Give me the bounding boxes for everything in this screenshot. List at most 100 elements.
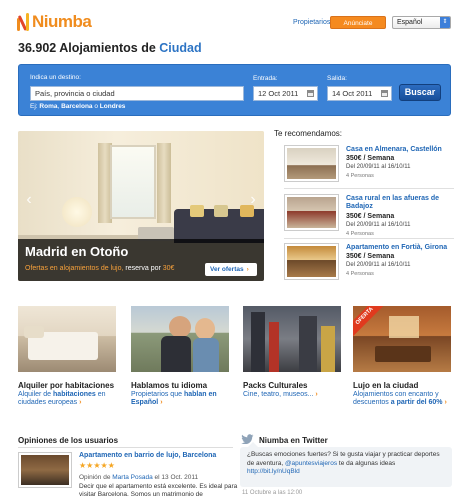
category-desc-bold: habitaciones (53, 391, 96, 398)
see-offers-label: Ver ofertas (210, 266, 244, 273)
hint-city-london[interactable]: Londres (100, 103, 126, 110)
hero-banner[interactable]: ‹ › Madrid en Otoño Ofertas en alojamien… (18, 131, 264, 281)
category-title[interactable]: Lujo en la ciudad (353, 381, 418, 390)
tweet-time: 11 Octubre a las 12:00 (242, 490, 303, 496)
recommendation-item[interactable]: Apartamento en Fortià, Girona 350€ / Sem… (284, 243, 454, 283)
hint-separator: , (57, 103, 60, 110)
opinion-author[interactable]: Marta Posada (112, 474, 152, 481)
recommendation-name[interactable]: Casa rural en las afueras de Badajoz (346, 195, 454, 211)
recommendation-dates: Del 20/09/11 al 16/10/11 (346, 222, 411, 228)
recommendation-item[interactable]: Casa rural en las afueras de Badajoz 350… (284, 194, 454, 237)
language-select[interactable]: Español ⇕ (392, 16, 451, 29)
destination-label: Indica un destino: (30, 74, 81, 81)
category-desc-bold: Español (131, 399, 159, 406)
hero-next-arrow-icon[interactable]: › (246, 189, 260, 211)
category-desc-bold: a partir del 60% (390, 399, 443, 406)
niumba-logo-mark-icon (17, 13, 31, 31)
checkin-label: Entrada: (253, 75, 278, 82)
checkout-input[interactable]: 14 Oct 2011 (327, 86, 392, 101)
opinions-title: Opiniones de los usuarios (18, 436, 119, 445)
checkout-label: Salida: (327, 75, 347, 82)
category-description[interactable]: Alojamientos con encanto y descuentos a … (353, 391, 451, 407)
page-title: 36.902 Alojamientos de Ciudad (18, 41, 202, 55)
category-room-rental[interactable]: Alquiler por habitaciones Alquiler de ha… (18, 306, 116, 406)
category-title[interactable]: Packs Culturales (243, 381, 307, 390)
recommendation-price: 350€ / Semana (346, 155, 395, 162)
category-language[interactable]: Hablamos tu idioma Propietarios que habl… (131, 306, 229, 406)
recommendation-thumbnail[interactable] (284, 243, 339, 280)
hero-prev-arrow-icon[interactable]: ‹ (22, 189, 36, 211)
tweet-text-part: te da algunas ideas (338, 459, 396, 467)
calendar-icon[interactable] (381, 90, 388, 97)
hint-prefix: Ej: (30, 103, 38, 110)
category-description[interactable]: Cine, teatro, museos... › (243, 391, 341, 399)
category-cultural-packs[interactable]: Packs Culturales Cine, teatro, museos...… (243, 306, 341, 398)
brand-name: Niumba (32, 12, 92, 31)
category-desc-part: Cine, teatro, museos... (243, 391, 314, 398)
see-offers-button[interactable]: Ver ofertas › (205, 263, 257, 276)
recommendation-thumbnail[interactable] (284, 145, 339, 182)
hero-cushion (214, 205, 228, 217)
hero-subtitle-highlight: Ofertas en alojamientos de lujo, (25, 265, 124, 272)
owners-link[interactable]: Propietarios (293, 19, 330, 26)
tweet-handle-link[interactable]: @apuntesviajeros (285, 460, 337, 467)
advertise-button[interactable]: Anúnciate GRATIS (330, 16, 386, 40)
hero-cushion (190, 205, 204, 217)
recommendation-item[interactable]: Casa en Almenara, Castellón 350€ / Seman… (284, 145, 454, 185)
opinion-text: Decir que el apartamento está excelente.… (79, 483, 238, 498)
calendar-icon[interactable] (307, 90, 314, 97)
hint-city-rome[interactable]: Roma (39, 103, 57, 110)
listing-count: 36.902 (18, 41, 57, 55)
category-description[interactable]: Alquiler de habitaciones en ciudades eur… (18, 391, 116, 407)
category-description[interactable]: Propietarios que hablan en Español › (131, 391, 229, 407)
search-button[interactable]: Buscar (399, 84, 441, 101)
search-hint: Ej: Roma, Barcelona o Londres (30, 103, 125, 110)
recommendation-name[interactable]: Casa en Almenara, Castellón (346, 146, 454, 154)
recommendation-dates: Del 20/09/11 al 16/10/11 (346, 262, 411, 268)
hero-price: 30€ (162, 265, 175, 272)
hero-lamp (62, 197, 92, 227)
recommendation-people: 4 Personas (346, 231, 374, 237)
opinion-meta: Opinión de Marta Posada el 13 Oct. 2011 (79, 474, 198, 481)
category-title[interactable]: Hablamos tu idioma (131, 381, 207, 390)
checkin-input[interactable]: 12 Oct 2011 (253, 86, 318, 101)
recommendation-name[interactable]: Apartamento en Fortià, Girona (346, 244, 454, 252)
tweet-url-link[interactable]: http://bit.ly/nUqBld (247, 468, 300, 475)
hero-curtain-right (157, 143, 171, 223)
recommendation-thumbnail[interactable] (284, 194, 339, 231)
opinion-thumbnail[interactable] (18, 452, 72, 488)
hero-subtitle: Ofertas en alojamientos de lujo, reserva… (25, 265, 174, 272)
hint-city-barcelona[interactable]: Barcelona (61, 103, 92, 110)
category-image[interactable] (131, 306, 229, 372)
divider (18, 447, 233, 448)
recommendation-price: 350€ / Semana (346, 253, 395, 260)
chevron-right-icon: › (315, 391, 318, 398)
checkout-value: 14 Oct 2011 (332, 89, 373, 98)
category-image[interactable]: OFERTA (353, 306, 451, 372)
tweet-text: ¿Buscas emociones fuertes? Si te gusta v… (247, 451, 447, 477)
niumba-logo[interactable]: Niumba (17, 11, 92, 31)
category-image[interactable] (243, 306, 341, 372)
rating-stars-icon: ★★★★★ (79, 461, 115, 470)
hint-or: o (94, 103, 98, 110)
category-desc-part: Propietarios que (131, 391, 182, 398)
recommendation-people: 4 Personas (346, 271, 374, 277)
category-city-luxury[interactable]: OFERTA Lujo en la ciudad Alojamientos co… (353, 306, 451, 406)
category-desc-bold: hablan en (183, 391, 217, 398)
opinion-title[interactable]: Apartamento en barrio de lujo, Barcelona (79, 452, 216, 459)
chevron-right-icon: › (246, 266, 249, 273)
select-arrows-icon: ⇕ (440, 17, 450, 28)
recommendations-title: Te recomendamos: (274, 129, 343, 138)
hero-subtitle-rest: reserva por (125, 265, 161, 272)
category-title[interactable]: Alquiler por habitaciones (18, 381, 114, 390)
language-value: Español (397, 19, 423, 26)
tweet-box: ¿Buscas emociones fuertes? Si te gusta v… (240, 442, 452, 487)
category-image[interactable] (18, 306, 116, 372)
destination-input[interactable]: País, provincia o ciudad (30, 86, 244, 101)
hero-caption: Madrid en Otoño Ofertas en alojamientos … (18, 239, 264, 281)
opinion-meta-prefix: Opinión de (79, 474, 111, 481)
chevron-right-icon: › (444, 399, 447, 406)
header: Niumba Propietarios Anúnciate GRATIS Esp… (0, 0, 470, 40)
opinion-date: el 13 Oct. 2011 (154, 474, 199, 481)
recommendation-people: 4 Personas (346, 173, 374, 179)
